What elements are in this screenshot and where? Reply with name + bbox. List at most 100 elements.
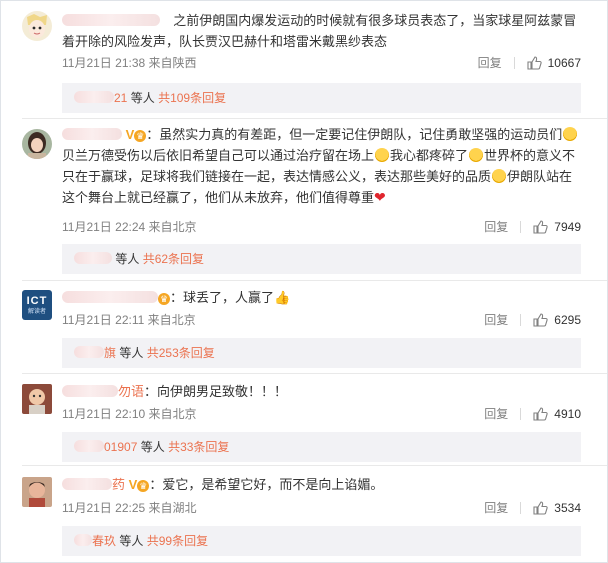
reply-name: 21 bbox=[114, 91, 128, 105]
comment-text: 药 V ♛ ：爱它，是希望它好，而不是向上谄媚。 bbox=[62, 474, 581, 495]
blurred-username bbox=[74, 91, 114, 103]
like-button[interactable]: 10667 bbox=[527, 56, 581, 70]
thumbs-up-icon bbox=[533, 219, 548, 234]
view-replies-link[interactable]: 共253条回复 bbox=[147, 346, 215, 360]
comment-actions: 回复 10667 bbox=[478, 54, 581, 71]
reply-button[interactable]: 回复 bbox=[478, 54, 502, 71]
reply-button[interactable]: 回复 bbox=[484, 499, 508, 516]
thumbs-up-emoji-icon: 👍 bbox=[274, 290, 291, 305]
thumbs-up-icon bbox=[527, 55, 542, 70]
reply-others: 等人 bbox=[119, 534, 144, 548]
comment-meta: 11月21日 22:11 来自北京 bbox=[62, 313, 196, 327]
comment-text: ♛ ：球丢了，人赢了👍 bbox=[62, 287, 581, 308]
reply-name: 01907 bbox=[104, 440, 138, 454]
comment-text: V ♛ ：虽然实力真的有差距，但一定要记住伊朗队，记住勇敢坚强的运动员们贝兰万德受伤… bbox=[62, 124, 581, 208]
like-count: 4910 bbox=[554, 406, 581, 421]
divider bbox=[520, 313, 522, 326]
reply-name: 旗 bbox=[104, 346, 117, 360]
avatar[interactable] bbox=[22, 129, 52, 159]
crown-badge-icon: ♛ bbox=[134, 130, 147, 142]
crown-badge-icon: ♛ bbox=[158, 293, 170, 305]
reply-others: 等人 bbox=[115, 252, 140, 266]
avatar[interactable] bbox=[22, 384, 52, 414]
crown-badge-icon: ♛ bbox=[137, 480, 150, 492]
like-count: 3534 bbox=[554, 500, 581, 515]
blurred-username bbox=[74, 346, 104, 358]
reply-summary: 春玖 等人 共99条回复 bbox=[62, 526, 581, 556]
blurred-username bbox=[62, 385, 118, 397]
avatar[interactable] bbox=[22, 11, 52, 41]
crying-emoji-icon bbox=[469, 148, 484, 162]
divider bbox=[520, 220, 522, 233]
crying-emoji-icon bbox=[375, 148, 390, 162]
avatar[interactable] bbox=[22, 477, 52, 507]
comment-text: 勿语：向伊朗男足致敬！！！ bbox=[62, 381, 581, 402]
view-replies-link[interactable]: 共62条回复 bbox=[143, 252, 204, 266]
divider bbox=[22, 280, 607, 281]
reply-button[interactable]: 回复 bbox=[484, 218, 508, 235]
comment-meta: 11月21日 22:25 来自湖北 bbox=[62, 501, 197, 515]
like-button[interactable]: 3534 bbox=[533, 501, 581, 515]
comment-body: ：向伊朗男足致敬！！！ bbox=[144, 384, 288, 399]
view-replies-link[interactable]: 共109条回复 bbox=[158, 91, 226, 105]
comment-body: 贝兰万德受伤以后依旧希望自己可以通过治疗留在场上 bbox=[62, 148, 375, 163]
thumbs-up-icon bbox=[533, 312, 548, 327]
reply-summary: 21 等人 共109条回复 bbox=[62, 83, 581, 113]
comment-body: ：爱它，是希望它好，而不是向上谄媚。 bbox=[149, 477, 384, 492]
username-partial[interactable]: 勿语 bbox=[118, 384, 144, 399]
reply-name: 春玖 bbox=[92, 534, 117, 548]
reply-others: 等人 bbox=[130, 91, 155, 105]
divider bbox=[513, 56, 515, 69]
blurred-username bbox=[62, 14, 160, 26]
avatar[interactable]: ICT 解读者 bbox=[22, 290, 52, 320]
comment-actions: 回复 7949 bbox=[484, 218, 581, 235]
divider bbox=[520, 407, 522, 420]
reply-others: 等人 bbox=[119, 346, 144, 360]
blurred-username bbox=[62, 128, 122, 140]
comment-meta: 11月21日 22:10 来自北京 bbox=[62, 407, 197, 421]
reply-summary: 等人 共62条回复 bbox=[62, 244, 581, 274]
blurred-username bbox=[74, 252, 112, 264]
like-button[interactable]: 6295 bbox=[533, 313, 581, 327]
divider bbox=[22, 373, 607, 374]
view-replies-link[interactable]: 共99条回复 bbox=[147, 534, 208, 548]
comment-actions: 回复 6295 bbox=[484, 311, 581, 328]
reply-summary: 01907 等人 共33条回复 bbox=[62, 432, 581, 462]
username-partial[interactable]: 药 bbox=[112, 477, 125, 492]
avatar-logo-subtext: 解读者 bbox=[27, 309, 46, 315]
crying-emoji-icon bbox=[563, 127, 578, 141]
avatar-logo-text: ICT bbox=[26, 295, 48, 307]
reply-summary: 旗 等人 共253条回复 bbox=[62, 338, 581, 368]
comment-body: 我心都疼碎了 bbox=[390, 148, 469, 163]
like-count: 10667 bbox=[547, 55, 581, 70]
comment-body: ：球丢了，人赢了 bbox=[170, 290, 275, 305]
blurred-username bbox=[62, 478, 112, 490]
comment-meta: 11月21日 22:24 来自北京 bbox=[62, 220, 197, 234]
comment-list: 之前伊朗国内爆发运动的时候就有很多球员表态了，当家球星阿兹蒙冒着开除的风险发声，… bbox=[0, 0, 608, 563]
comment-actions: 回复 3534 bbox=[484, 499, 581, 516]
thumbs-up-icon bbox=[533, 406, 548, 421]
reply-button[interactable]: 回复 bbox=[484, 311, 508, 328]
blurred-username bbox=[62, 291, 158, 303]
like-button[interactable]: 4910 bbox=[533, 407, 581, 421]
like-button[interactable]: 7949 bbox=[533, 220, 581, 234]
reply-others: 等人 bbox=[140, 440, 165, 454]
view-replies-link[interactable]: 共33条回复 bbox=[168, 440, 229, 454]
blurred-username bbox=[74, 534, 92, 546]
heart-icon: ❤ bbox=[374, 189, 386, 205]
divider bbox=[22, 118, 607, 119]
crying-emoji-icon bbox=[492, 169, 507, 183]
comment-body: ：虽然实力真的有差距，但一定要记住伊朗队，记住勇敢坚强的运动员们 bbox=[146, 127, 563, 142]
blurred-username bbox=[74, 440, 104, 452]
reply-button[interactable]: 回复 bbox=[484, 405, 508, 422]
comment-actions: 回复 4910 bbox=[484, 405, 581, 422]
like-count: 6295 bbox=[554, 312, 581, 327]
vip-icon: V bbox=[128, 477, 138, 492]
comment-meta: 11月21日 21:38 来自陕西 bbox=[62, 56, 197, 70]
thumbs-up-icon bbox=[533, 500, 548, 515]
divider bbox=[520, 501, 522, 514]
like-count: 7949 bbox=[554, 219, 581, 234]
divider bbox=[22, 465, 607, 466]
comment-text: 之前伊朗国内爆发运动的时候就有很多球员表态了，当家球星阿兹蒙冒着开除的风险发声，… bbox=[62, 10, 581, 52]
vip-icon: V bbox=[125, 127, 135, 142]
